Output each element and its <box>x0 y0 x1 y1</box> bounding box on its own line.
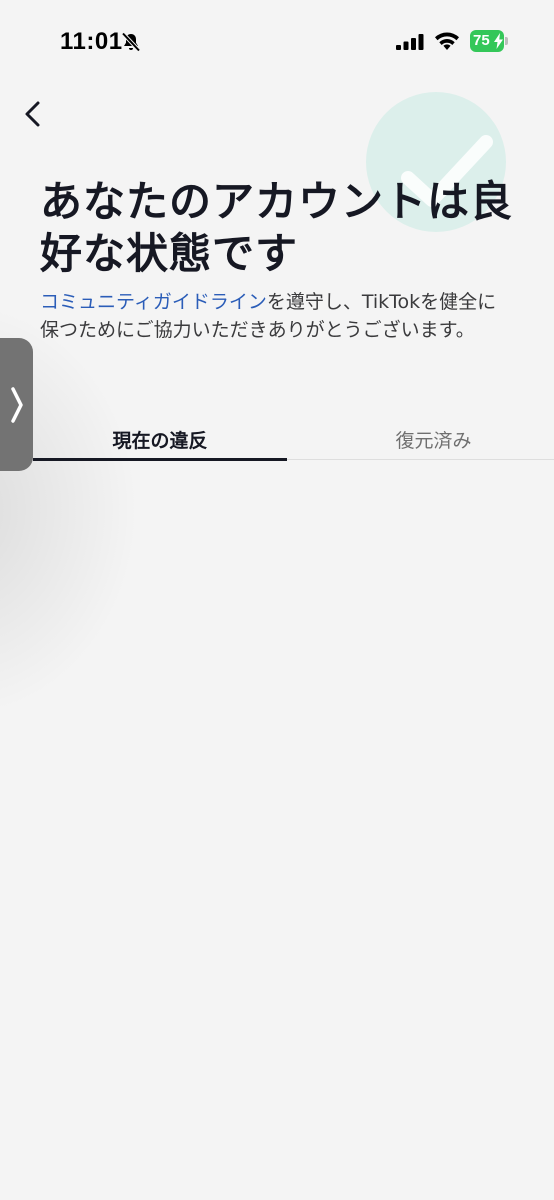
page-title: あなたのアカウントは良好な状態です <box>40 177 514 278</box>
battery-charging-icon <box>494 33 503 49</box>
description: コミュニティガイドラインを遵守し、TikTokを健全に保つためにご協力いただきあ… <box>40 288 510 344</box>
violation-tabs: 現在の違反 復元済み <box>33 422 554 461</box>
back-button[interactable] <box>14 96 50 132</box>
bell-slash-icon <box>121 32 141 52</box>
chevron-right-icon <box>10 386 23 423</box>
cellular-signal-icon <box>396 34 424 50</box>
battery-cap <box>505 37 508 45</box>
community-guidelines-link[interactable]: コミュニティガイドライン <box>40 291 267 313</box>
status-time: 11:01 <box>60 28 123 55</box>
tab-current-violations[interactable]: 現在の違反 <box>33 422 287 460</box>
tab-selected-indicator <box>33 458 287 461</box>
chevron-left-icon <box>25 101 40 127</box>
status-bar: 11:01 75 <box>0 0 554 84</box>
battery-indicator: 75 <box>470 30 508 52</box>
wifi-icon <box>435 32 459 50</box>
side-panel-handle[interactable] <box>0 338 33 471</box>
screen: 11:01 75 あなたのアカウントは良好な状態です コミュニティガイドラインを… <box>0 0 554 1200</box>
tab-restored[interactable]: 復元済み <box>313 422 554 460</box>
